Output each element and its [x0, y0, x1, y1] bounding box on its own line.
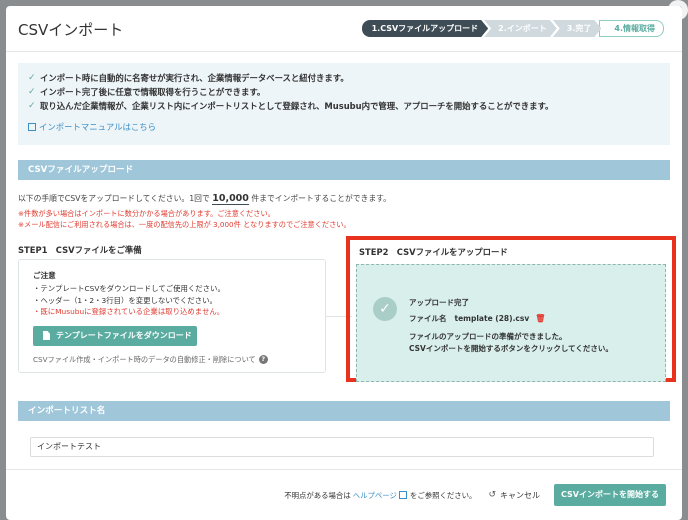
upload-complete-check-icon: ✓: [373, 297, 397, 321]
upload-section-header: CSVファイルアップロード: [18, 160, 670, 180]
modal-title: CSVインポート: [18, 21, 124, 39]
notice-line-warning: ・既にMusubuに登録されている企業は取り込めません。: [33, 307, 225, 316]
upload-dropzone[interactable]: ✓ アップロード完了 ファイル名 template (28).csv 🗑 ファイ…: [356, 264, 666, 382]
upload-status: アップロード完了 ファイル名 template (28).csv 🗑 ファイルの…: [409, 298, 613, 353]
help-page-link[interactable]: ヘルプページ: [353, 490, 397, 501]
notice-line: ・ヘッダー（1・2・3行目）を変更しないでください。: [33, 295, 217, 305]
step2-title: STEP2 CSVファイルをアップロード: [359, 247, 508, 257]
start-import-button[interactable]: CSVインポートを開始する: [554, 484, 666, 506]
auto-fix-note[interactable]: CSVファイル作成・インポート時のデータの自動修正・削除について ?: [33, 355, 311, 365]
step-1-upload: 1.CSVファイルアップロード: [362, 20, 489, 37]
import-list-section-header: インポートリスト名: [18, 401, 670, 421]
info-item: ✓ 取り込んだ企業情報が、企業リスト内にインポートリストとして登録され、Musub…: [28, 101, 554, 111]
modal-body[interactable]: ✓ インポート時に自動的に名寄せが実行され、企業情報データベースと紐付きます。 ✓…: [6, 53, 682, 469]
check-icon: ✓: [28, 87, 36, 97]
undo-icon: ↺: [488, 490, 496, 500]
modal-header: CSVインポート 1.CSVファイルアップロード 2.インポート 3.完了 4.…: [6, 6, 682, 52]
uploaded-file: ファイル名 template (28).csv 🗑: [409, 313, 546, 325]
footer-help-note: 不明点がある場合は ヘルプページ をご参照ください。: [284, 490, 477, 501]
import-manual-link[interactable]: インポートマニュアルはこちら: [28, 121, 658, 133]
upload-description: 以下の手順でCSVをアップロードしてください。1回で 10,000 件までインポ…: [18, 193, 391, 205]
step-columns: STEP1 CSVファイルをご準備 ご注意 ・テンプレートCSVをダウンロードし…: [6, 236, 682, 392]
modal-footer: 不明点がある場合は ヘルプページ をご参照ください。 ↺ キャンセル CSVイン…: [6, 469, 682, 520]
help-icon[interactable]: ?: [258, 355, 268, 364]
info-panel: ✓ インポート時に自動的に名寄せが実行され、企業情報データベースと紐付きます。 ✓…: [18, 63, 670, 145]
cancel-button[interactable]: ↺ キャンセル: [488, 490, 540, 501]
step1-title: STEP1 CSVファイルをご準備: [18, 245, 142, 255]
info-item: ✓ インポート完了後に任意で情報取得を行うことができます。: [28, 87, 266, 97]
step2-highlight-frame: STEP2 CSVファイルをアップロード ✓ アップロード完了 ファイル名 te…: [346, 236, 676, 382]
file-name: template (28).csv: [454, 314, 530, 323]
step-2-import: 2.インポート: [484, 20, 557, 37]
step-3-complete: 3.完了: [553, 20, 602, 37]
step-progress: 1.CSVファイルアップロード 2.インポート 3.完了 4.情報取得: [366, 20, 664, 37]
document-icon: [43, 331, 50, 340]
upload-warnings: ※件数が多い場合はインポートに数分かかる場合があります。ご注意ください。 ※メー…: [18, 209, 351, 229]
step1-panel: ご注意 ・テンプレートCSVをダウンロードしてご使用ください。 ・ヘッダー（1・…: [18, 259, 326, 373]
check-icon: ✓: [28, 73, 36, 83]
check-icon: ✓: [28, 101, 36, 111]
trash-icon[interactable]: 🗑: [535, 313, 545, 325]
step-4-info: 4.情報取得: [599, 20, 664, 37]
download-template-button[interactable]: テンプレートファイルをダウンロード: [33, 325, 197, 346]
import-list-name-input[interactable]: インポートテスト: [30, 437, 654, 457]
external-link-icon: [398, 491, 407, 499]
external-link-icon: [28, 123, 36, 131]
info-item: ✓ インポート時に自動的に名寄せが実行され、企業情報データベースと紐付きます。: [28, 73, 349, 83]
notice-title: ご注意: [33, 271, 56, 280]
csv-import-modal: CSVインポート 1.CSVファイルアップロード 2.インポート 3.完了 4.…: [6, 6, 682, 520]
notice-line: ・テンプレートCSVをダウンロードしてご使用ください。: [33, 284, 225, 293]
